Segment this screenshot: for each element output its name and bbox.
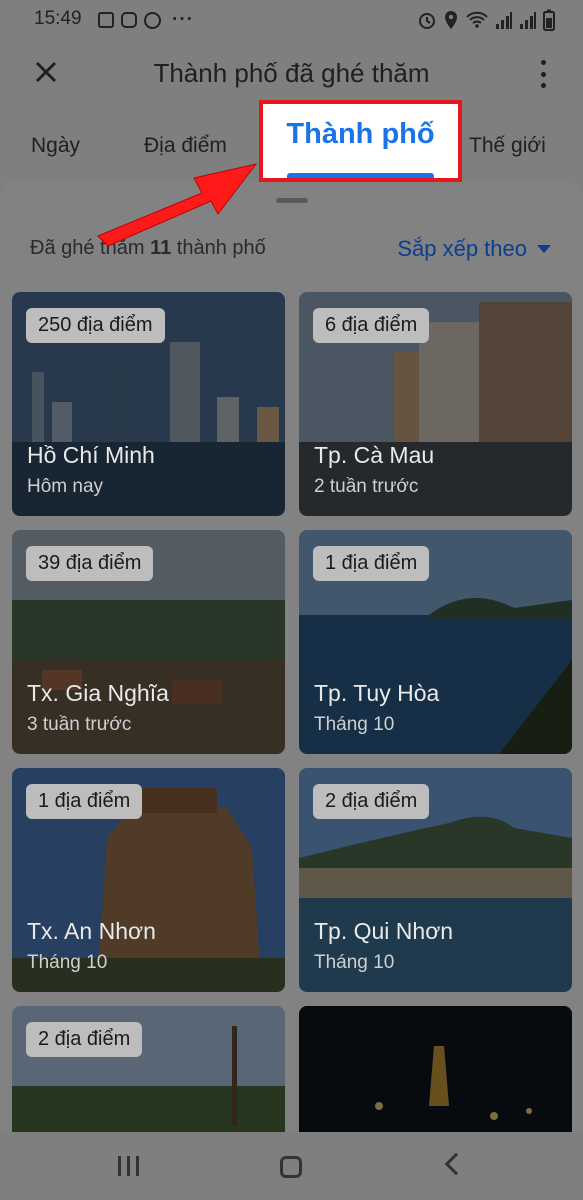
signal-icon <box>520 12 536 29</box>
visit-time: Tháng 10 <box>314 952 395 973</box>
cities-sheet: Đã ghé thăm 11 thành phố Sắp xếp theo 25… <box>0 182 583 1132</box>
tab-the-gioi[interactable]: Thế giới <box>469 134 546 158</box>
tab-ngay[interactable]: Ngày <box>31 134 80 158</box>
home-icon[interactable] <box>280 1156 302 1178</box>
alarm-icon <box>419 13 435 29</box>
back-icon[interactable] <box>444 1152 468 1176</box>
status-bar: 15:49 ··· <box>0 0 583 38</box>
city-card[interactable]: 6 địa điểm Tp. Cà Mau 2 tuần trước <box>299 292 572 516</box>
tab-thanh-pho[interactable]: Thành phố <box>259 100 462 182</box>
status-time: 15:49 <box>34 8 82 29</box>
city-name: Tx. Gia Nghĩa <box>27 680 169 706</box>
more-dots-icon: ··· <box>172 9 194 30</box>
battery-icon <box>543 9 555 31</box>
place-count-badge: 2 địa điểm <box>26 1022 143 1057</box>
place-count-badge: 6 địa điểm <box>313 308 430 343</box>
place-count-badge: 1 địa điểm <box>313 546 430 581</box>
city-card[interactable]: 2 địa điểm Tp. Qui Nhơn Tháng 10 <box>299 768 572 992</box>
page-title: Thành phố đã ghé thăm <box>153 58 430 88</box>
signal-icon <box>496 12 512 29</box>
city-card[interactable]: 1 địa điểm Tx. An Nhơn Tháng 10 <box>12 768 285 992</box>
sort-button[interactable]: Sắp xếp theo <box>397 236 551 262</box>
status-right-icons <box>417 9 555 31</box>
sort-label: Sắp xếp theo <box>397 236 527 261</box>
visit-time: Hôm nay <box>27 476 104 497</box>
place-count-badge: 39 địa điểm <box>26 546 154 581</box>
chevron-down-icon <box>537 245 551 253</box>
more-vert-icon[interactable] <box>539 60 547 88</box>
status-left-icons: ··· <box>98 9 194 31</box>
recents-icon[interactable] <box>118 1156 139 1176</box>
system-nav-bar <box>0 1132 583 1200</box>
city-name: Tx. An Nhơn <box>27 918 156 944</box>
visit-time: 2 tuần trước <box>314 476 419 497</box>
annotation-arrow <box>97 163 258 247</box>
tab-thanh-pho-label: Thành phố <box>286 118 435 150</box>
gallery-icon <box>98 12 114 28</box>
tab-selected-indicator <box>287 173 434 178</box>
location-icon <box>445 11 457 29</box>
city-card[interactable]: 39 địa điểm Tx. Gia Nghĩa 3 tuần trước <box>12 530 285 754</box>
visit-time: Tháng 10 <box>314 714 395 735</box>
city-card[interactable]: 2 địa điểm <box>12 1006 285 1132</box>
place-count-badge: 2 địa điểm <box>313 784 430 819</box>
city-name: Tp. Qui Nhơn <box>314 918 454 944</box>
circle-app-icon <box>144 11 161 29</box>
place-count-badge: 1 địa điểm <box>26 784 143 819</box>
city-card[interactable]: 1 địa điểm Tp. Tuy Hòa Tháng 10 <box>299 530 572 754</box>
wifi-icon <box>466 11 488 28</box>
city-name: Tp. Cà Mau <box>314 442 435 468</box>
instagram-icon <box>121 12 137 28</box>
city-name: Tp. Tuy Hòa <box>314 680 440 706</box>
city-card[interactable]: 250 địa điểm Hồ Chí Minh Hôm nay <box>12 292 285 516</box>
city-name: Hồ Chí Minh <box>27 442 155 468</box>
visit-time: 3 tuần trước <box>27 714 132 735</box>
visit-time: Tháng 10 <box>27 952 108 973</box>
drag-handle[interactable] <box>276 198 308 203</box>
city-card[interactable] <box>299 1006 572 1132</box>
place-count-badge: 250 địa điểm <box>26 308 165 343</box>
